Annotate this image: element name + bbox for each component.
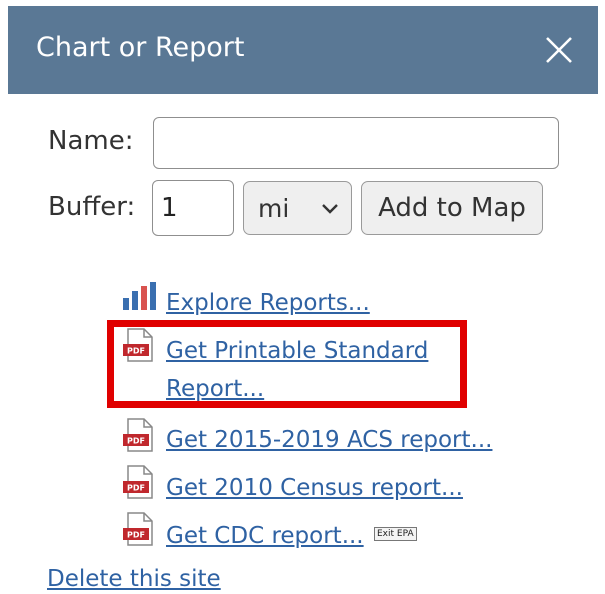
cdc-report-link[interactable]: Get CDC report... bbox=[166, 523, 364, 549]
svg-text:PDF: PDF bbox=[127, 437, 145, 446]
pdf-icon: PDF bbox=[123, 512, 153, 546]
buffer-input[interactable] bbox=[152, 180, 234, 236]
add-to-map-button[interactable]: Add to Map bbox=[361, 181, 543, 235]
name-input[interactable] bbox=[153, 117, 559, 169]
unit-select[interactable]: mi bbox=[243, 181, 352, 235]
svg-text:PDF: PDF bbox=[127, 531, 145, 540]
census-report-link[interactable]: Get 2010 Census report... bbox=[166, 475, 463, 501]
chevron-down-icon bbox=[322, 204, 338, 214]
acs-report-link[interactable]: Get 2015-2019 ACS report... bbox=[166, 427, 492, 453]
panel-header: Chart or Report bbox=[8, 6, 598, 94]
svg-text:PDF: PDF bbox=[127, 484, 145, 493]
name-label: Name: bbox=[48, 126, 134, 156]
delete-site-link[interactable]: Delete this site bbox=[47, 566, 221, 592]
explore-reports-link[interactable]: Explore Reports... bbox=[166, 290, 370, 316]
pdf-icon: PDF bbox=[123, 465, 153, 499]
bar-chart-icon bbox=[123, 282, 156, 310]
highlight-box bbox=[107, 320, 467, 408]
buffer-label: Buffer: bbox=[48, 192, 136, 222]
exit-epa-badge[interactable]: Exit EPA bbox=[374, 527, 417, 541]
unit-select-value: mi bbox=[258, 194, 290, 223]
panel-title: Chart or Report bbox=[36, 32, 245, 63]
close-icon[interactable] bbox=[542, 33, 576, 67]
pdf-icon: PDF bbox=[123, 418, 153, 452]
